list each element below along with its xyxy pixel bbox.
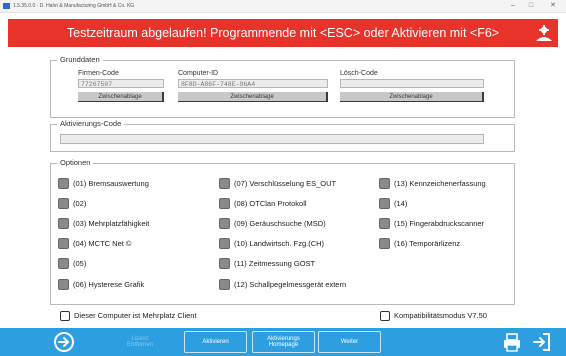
option-label: (02) xyxy=(73,199,87,208)
weiter-button[interactable]: Weiter xyxy=(318,331,381,353)
option-checkbox[interactable] xyxy=(58,258,69,269)
option-label: (12) Schallpegelmessgerät extern xyxy=(234,280,347,289)
firmen-code-clipboard-button[interactable]: Zwischenablage xyxy=(78,92,164,102)
computer-id-label: Computer-ID xyxy=(178,70,219,77)
trial-expired-banner: Testzeitraum abgelaufen! Programmende mi… xyxy=(8,19,558,47)
mehrplatz-client-label: Dieser Computer ist Mehrplatz Client xyxy=(74,311,197,320)
brand-logo-icon xyxy=(536,25,552,41)
option-checkbox[interactable] xyxy=(58,198,69,209)
minimize-button[interactable]: – xyxy=(506,0,520,12)
option-checkbox[interactable] xyxy=(58,218,69,229)
aktivierungs-homepage-button[interactable]: Aktivierungs Homepage xyxy=(252,331,315,353)
exit-icon[interactable] xyxy=(531,331,553,353)
firmen-code-label: Firmen-Code xyxy=(78,70,119,77)
computer-id-field[interactable]: 8F8D-A86F-748E-96A4 xyxy=(178,79,328,88)
option-checkbox[interactable] xyxy=(219,198,230,209)
window-titlebar: 1.5.35.0.0 · D. Hahn & Manufacturing Gmb… xyxy=(0,0,566,13)
window-title: 1.5.35.0.0 · D. Hahn & Manufacturing Gmb… xyxy=(13,3,135,9)
checkbox-box[interactable] xyxy=(60,311,70,321)
option-checkbox[interactable] xyxy=(379,238,390,249)
option-label: (16) Temporärlizenz xyxy=(394,239,461,248)
option-checkbox[interactable] xyxy=(58,279,69,290)
option-checkbox[interactable] xyxy=(219,258,230,269)
option-label: (07) Verschlüsselung ES_OUT xyxy=(234,179,337,188)
loesch-code-clipboard-button[interactable]: Zwischenablage xyxy=(340,92,484,102)
option-label: (04) MCTC Net © xyxy=(73,239,132,248)
option-label: (09) Geräuschsuche (MSD) xyxy=(234,219,326,228)
option-label: (08) OTClan Protokoll xyxy=(234,199,307,208)
banner-message: Testzeitraum abgelaufen! Programmende mi… xyxy=(66,26,500,40)
option-label: (15) Fingerabdruckscanner xyxy=(394,219,485,228)
loesch-code-field[interactable] xyxy=(340,79,484,88)
aktivierungs-code-legend: Aktivierungs-Code xyxy=(60,119,122,128)
option-label: (14) xyxy=(394,199,408,208)
close-button[interactable]: ✕ xyxy=(546,0,560,12)
kompatibilitaetsmodus-label: Kompatibilitätsmodus V7.50 xyxy=(394,311,487,320)
printer-icon[interactable] xyxy=(501,331,523,353)
option-label: (03) Mehrplatzfähigkeit xyxy=(73,219,150,228)
option-checkbox[interactable] xyxy=(219,238,230,249)
option-label: (06) Hysterese Grafik xyxy=(73,280,145,289)
option-checkbox[interactable] xyxy=(219,178,230,189)
option-label: (13) Kennzeichenerfassung xyxy=(394,179,486,188)
grunddaten-legend: Grunddaten xyxy=(60,55,100,64)
option-label: (11) Zeitmessung GOST xyxy=(234,259,316,268)
option-checkbox[interactable] xyxy=(379,198,390,209)
option-checkbox[interactable] xyxy=(379,218,390,229)
option-label: (05) xyxy=(73,259,87,268)
aktivierungs-code-field[interactable] xyxy=(60,134,484,144)
option-label: (01) Bremsauswertung xyxy=(73,179,149,188)
optionen-legend: Optionen xyxy=(60,158,91,167)
loesch-code-label: Lösch-Code xyxy=(340,70,378,77)
option-checkbox[interactable] xyxy=(379,178,390,189)
arrow-right-circle-icon[interactable] xyxy=(53,331,75,353)
aktivieren-button[interactable]: Aktivieren xyxy=(184,331,247,353)
option-checkbox[interactable] xyxy=(219,279,230,290)
option-checkbox[interactable] xyxy=(219,218,230,229)
computer-id-clipboard-button[interactable]: Zwischenablage xyxy=(178,92,328,102)
firmen-code-field[interactable]: 77267507 xyxy=(78,79,164,88)
checkbox-box[interactable] xyxy=(380,311,390,321)
option-checkbox[interactable] xyxy=(58,238,69,249)
bottom-action-bar: Lizenz Entfernen Aktivieren Aktivierungs… xyxy=(0,328,566,356)
lizenz-entfernen-button[interactable]: Lizenz Entfernen xyxy=(118,331,162,353)
app-icon xyxy=(3,3,10,9)
option-label: (10) Landwirtsch. Fzg.(CH) xyxy=(234,239,325,248)
option-checkbox[interactable] xyxy=(58,178,69,189)
maximize-button[interactable]: □ xyxy=(524,0,538,12)
